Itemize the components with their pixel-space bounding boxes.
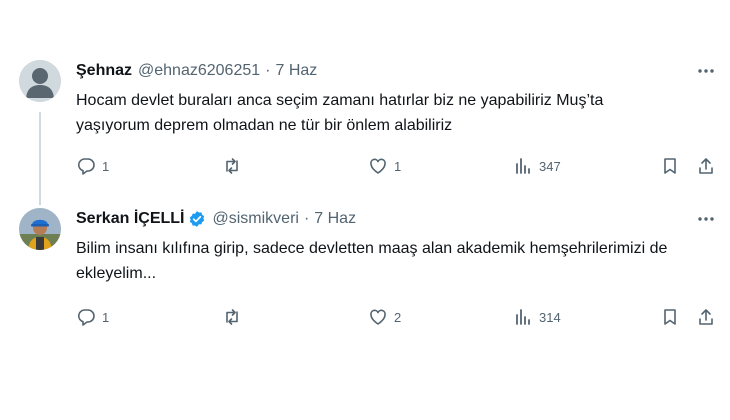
reply-button[interactable]: 1 xyxy=(76,307,109,327)
bookmark-button[interactable] xyxy=(660,307,680,327)
tweet-date[interactable]: 7 Haz xyxy=(275,62,317,80)
heart-icon xyxy=(370,309,386,325)
repost-icon xyxy=(226,309,238,325)
share-button[interactable] xyxy=(696,307,716,327)
profile-photo-icon xyxy=(19,208,61,250)
verified-badge-icon[interactable] xyxy=(188,210,206,228)
heart-icon xyxy=(370,158,386,174)
more-options-icon[interactable] xyxy=(694,208,718,230)
tweet-header: Şehnaz @ehnaz6206251 · 7 Haz xyxy=(76,60,718,82)
reply-icon xyxy=(77,309,95,326)
views-button[interactable]: 314 xyxy=(513,307,561,327)
user-handle[interactable]: @sismikveri xyxy=(212,210,298,228)
bookmark-button[interactable] xyxy=(660,156,680,176)
action-bar: 1 2 314 xyxy=(76,305,718,329)
separator: · xyxy=(265,62,271,79)
like-count: 2 xyxy=(394,309,402,325)
tweet-date[interactable]: 7 Haz xyxy=(314,210,356,228)
reply-count: 1 xyxy=(102,158,110,174)
action-bar: 1 1 347 xyxy=(76,154,718,178)
bookmark-icon xyxy=(664,158,676,174)
analytics-icon xyxy=(516,309,530,325)
tweet-text: Hocam devlet buraları anca seçim zamanı … xyxy=(76,92,604,134)
share-icon xyxy=(699,158,713,174)
like-count: 1 xyxy=(394,158,402,174)
like-button[interactable]: 1 xyxy=(368,156,401,176)
reply-count: 1 xyxy=(102,309,110,325)
avatar[interactable] xyxy=(19,60,61,102)
default-avatar-icon xyxy=(19,60,61,102)
thread-line xyxy=(39,112,41,205)
views-count: 347 xyxy=(539,158,561,174)
bookmark-icon xyxy=(664,309,676,325)
separator: · xyxy=(303,210,310,227)
repost-icon xyxy=(226,158,238,174)
avatar[interactable] xyxy=(19,208,61,250)
reply-button[interactable]: 1 xyxy=(76,156,109,176)
share-button[interactable] xyxy=(696,156,716,176)
views-button[interactable]: 347 xyxy=(513,156,561,176)
repost-button[interactable] xyxy=(222,156,248,176)
views-count: 314 xyxy=(539,309,561,325)
repost-button[interactable] xyxy=(222,307,248,327)
user-handle[interactable]: @ehnaz6206251 xyxy=(138,62,260,80)
user-name[interactable]: Serkan İÇELLİ xyxy=(76,210,184,228)
tweet-text: Bilim insanı kılıfına girip, sadece devl… xyxy=(76,240,668,282)
analytics-icon xyxy=(516,158,530,174)
more-options-icon[interactable] xyxy=(694,60,718,82)
like-button[interactable]: 2 xyxy=(368,307,401,327)
reply-icon xyxy=(77,158,95,175)
user-name[interactable]: Şehnaz xyxy=(76,62,132,80)
share-icon xyxy=(699,309,713,325)
tweet-header: Serkan İÇELLİ @sismikveri · 7 Haz xyxy=(76,208,718,230)
